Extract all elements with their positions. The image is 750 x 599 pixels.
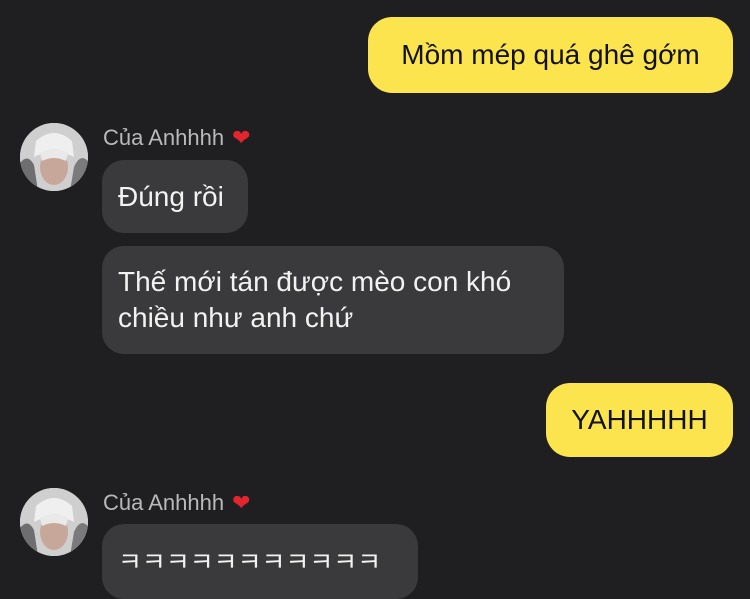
sender-name: Của Anhhhh	[103, 125, 225, 150]
heart-icon: ❤	[232, 125, 251, 150]
sender-name-row: Của Anhhhh ❤	[103, 490, 251, 516]
avatar[interactable]	[20, 123, 88, 191]
message-bubble-outgoing[interactable]: Mồm mép quá ghê gớm	[368, 17, 733, 93]
message-text: Đúng rồi	[118, 180, 224, 212]
message-bubble-incoming[interactable]: Thế mới tán được mèo con khó chiều như a…	[102, 246, 564, 354]
sender-name: Của Anhhhh	[103, 490, 225, 515]
sender-name-row: Của Anhhhh ❤	[103, 125, 251, 151]
message-text: Mồm mép quá ghê gớm	[401, 39, 700, 70]
message-bubble-incoming[interactable]: ㅋㅋㅋㅋㅋㅋㅋㅋㅋㅋㅋ	[102, 524, 418, 599]
message-text: Thế mới tán được mèo con khó chiều như a…	[118, 266, 512, 333]
avatar-image	[20, 488, 88, 556]
avatar[interactable]	[20, 488, 88, 556]
avatar-image	[20, 123, 88, 191]
message-bubble-outgoing[interactable]: YAHHHHH	[546, 383, 733, 457]
message-bubble-incoming[interactable]: Đúng rồi	[102, 160, 248, 233]
message-text: ㅋㅋㅋㅋㅋㅋㅋㅋㅋㅋㅋ	[118, 546, 382, 577]
message-text: YAHHHHH	[571, 404, 708, 435]
heart-icon: ❤	[232, 490, 251, 515]
